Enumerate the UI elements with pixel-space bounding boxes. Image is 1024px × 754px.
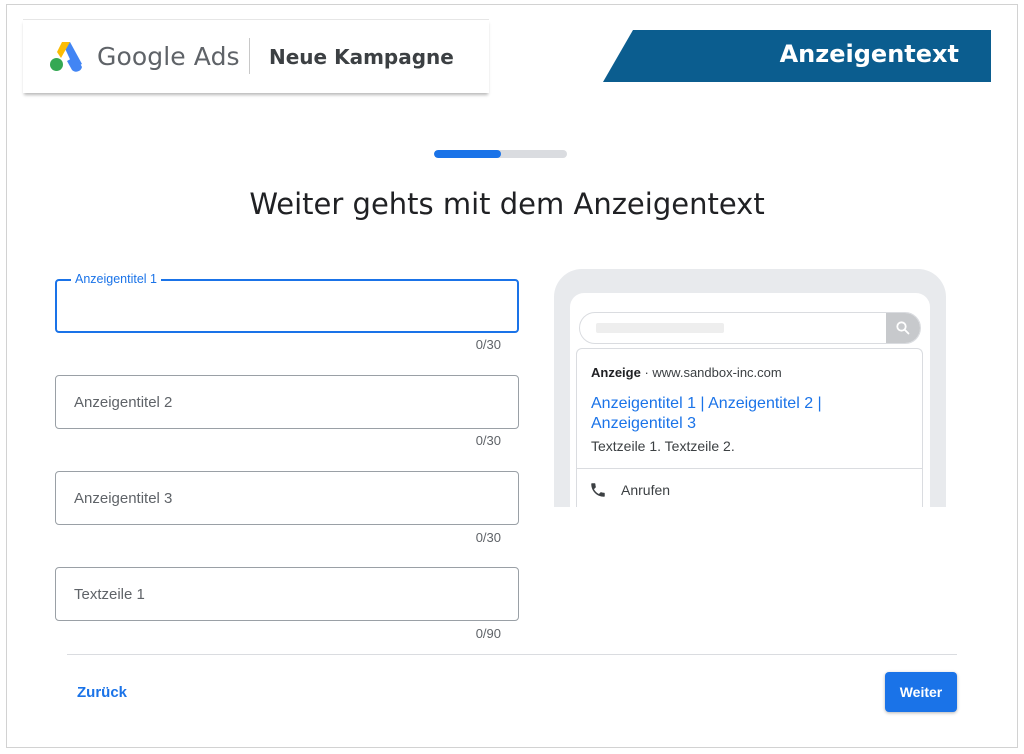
headline-1-field[interactable]: Anzeigentitel 1 [55,272,519,333]
headline-1-counter: 0/30 [475,337,501,352]
header-divider [249,38,250,74]
description-1-field[interactable] [55,567,519,621]
next-button[interactable]: Weiter [885,672,957,712]
headline-3-counter: 0/30 [475,530,501,545]
ad-divider [577,468,922,469]
preview-search-button [886,313,920,343]
ad-description: Textzeile 1. Textzeile 2. [591,438,735,454]
ad-preview-card: Anzeige · www.sandbox-inc.com Anzeigenti… [576,348,923,507]
ad-url: · www.sandbox-inc.com [640,365,782,380]
progress-bar [434,150,567,158]
phone-screen: Anzeige · www.sandbox-inc.com Anzeigenti… [570,293,930,507]
headline-2-counter: 0/30 [475,433,501,448]
description-1-input[interactable] [74,568,504,620]
progress-fill [434,150,501,158]
footer-divider [67,654,957,655]
brand-name: Google Ads [97,42,240,71]
step-banner: Anzeigentext [603,30,991,82]
preview-search-placeholder [596,323,724,333]
step-title: Anzeigentext [779,40,959,68]
phone-preview: Anzeige · www.sandbox-inc.com Anzeigenti… [554,269,946,507]
phone-icon [591,483,605,497]
description-1-counter: 0/90 [475,626,501,641]
header-brand-card: Google Ads Neue Kampagne [23,19,489,93]
preview-search-bar [579,312,921,344]
headline-2-input[interactable] [74,376,504,428]
page-frame: Google Ads Neue Kampagne Anzeigentext We… [6,4,1018,748]
call-label: Anrufen [621,482,671,498]
headline-3-field[interactable] [55,471,519,525]
call-extension: Anrufen [589,479,670,501]
ad-headline: Anzeigentitel 1 | Anzeigentitel 2 | Anze… [591,395,822,432]
headline-3-input[interactable] [74,472,504,524]
search-icon [896,321,910,335]
ad-meta: Anzeige · www.sandbox-inc.com [591,365,782,380]
back-button[interactable]: Zurück [77,684,127,701]
campaign-label: Neue Kampagne [269,45,454,69]
headline-1-input[interactable] [75,281,505,331]
page-title: Weiter gehts mit dem Anzeigentext [249,187,765,221]
ad-badge: Anzeige [591,365,641,380]
google-ads-logo-icon [50,42,82,72]
headline-2-field[interactable] [55,375,519,429]
